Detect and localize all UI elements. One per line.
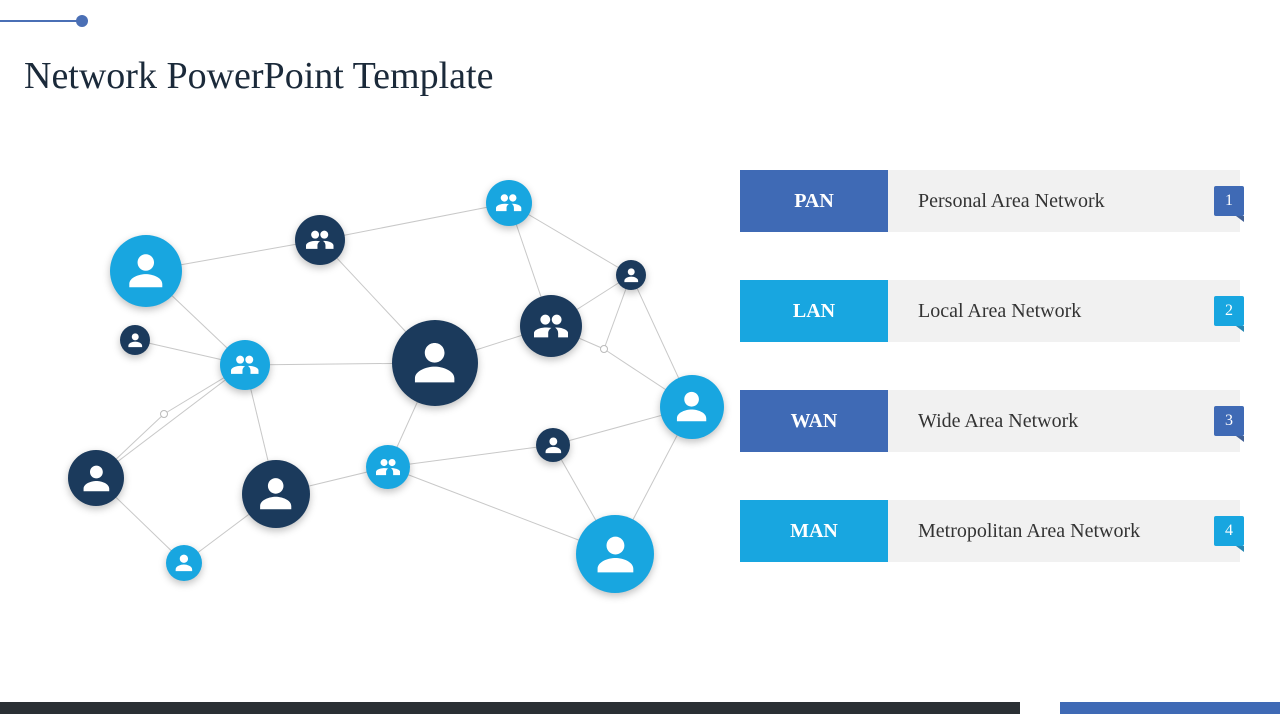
person-node-icon bbox=[616, 260, 646, 290]
network-type-list: PAN Personal Area Network 1 LAN Local Ar… bbox=[740, 170, 1240, 610]
abbr-badge: LAN bbox=[740, 280, 888, 342]
people-node-icon bbox=[486, 180, 532, 226]
footer-bar-dark bbox=[0, 702, 1020, 714]
people-node-icon bbox=[220, 340, 270, 390]
item-number: 4 bbox=[1214, 516, 1244, 546]
person-node-icon bbox=[166, 545, 202, 581]
list-item: WAN Wide Area Network 3 bbox=[740, 390, 1240, 452]
person-node-icon bbox=[392, 320, 478, 406]
accent-line bbox=[0, 20, 80, 22]
item-label: Local Area Network bbox=[888, 280, 1240, 342]
abbr-badge: WAN bbox=[740, 390, 888, 452]
item-label: Personal Area Network bbox=[888, 170, 1240, 232]
list-item: LAN Local Area Network 2 bbox=[740, 280, 1240, 342]
list-item: MAN Metropolitan Area Network 4 bbox=[740, 500, 1240, 562]
person-node-icon bbox=[68, 450, 124, 506]
item-label: Wide Area Network bbox=[888, 390, 1240, 452]
people-node-icon bbox=[520, 295, 582, 357]
person-node-icon bbox=[536, 428, 570, 462]
item-number: 3 bbox=[1214, 406, 1244, 436]
accent-dot bbox=[76, 15, 88, 27]
abbr-badge: PAN bbox=[740, 170, 888, 232]
people-node-icon bbox=[295, 215, 345, 265]
person-node-icon bbox=[576, 515, 654, 593]
people-node-icon bbox=[366, 445, 410, 489]
person-node-icon bbox=[110, 235, 182, 307]
slide-title: Network PowerPoint Template bbox=[24, 54, 493, 98]
person-node-icon bbox=[660, 375, 724, 439]
abbr-badge: MAN bbox=[740, 500, 888, 562]
person-node-icon bbox=[120, 325, 150, 355]
item-label: Metropolitan Area Network bbox=[888, 500, 1240, 562]
graph-junction-dot bbox=[600, 345, 608, 353]
item-number: 1 bbox=[1214, 186, 1244, 216]
item-number: 2 bbox=[1214, 296, 1244, 326]
person-node-icon bbox=[242, 460, 310, 528]
footer-bar-blue bbox=[1060, 702, 1280, 714]
graph-junction-dot bbox=[160, 410, 168, 418]
list-item: PAN Personal Area Network 1 bbox=[740, 170, 1240, 232]
network-graph bbox=[20, 150, 720, 610]
